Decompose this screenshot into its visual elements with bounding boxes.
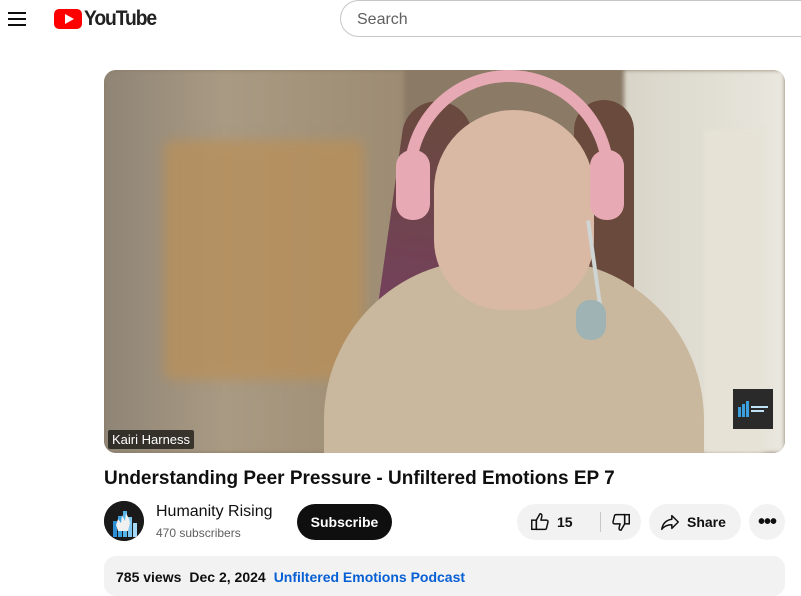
like-dislike-group: 15 xyxy=(517,504,641,540)
search-input[interactable] xyxy=(355,9,759,31)
channel-logo-icon xyxy=(104,501,144,541)
speaker-name-overlay: Kairi Harness xyxy=(108,430,195,449)
description-meta: 785 views Dec 2, 2024 Unfiltered Emotions … xyxy=(116,569,465,585)
like-button[interactable]: 15 xyxy=(517,504,597,540)
subscriber-count: 470 subscribers xyxy=(156,526,241,540)
like-count: 15 xyxy=(557,514,573,530)
video-title: Understanding Peer Pressure - Unfiltered… xyxy=(104,468,615,489)
headset xyxy=(590,150,624,220)
youtube-logo-icon xyxy=(54,9,82,29)
video-background xyxy=(164,140,364,380)
share-label: Share xyxy=(687,514,726,530)
youtube-logo[interactable]: YouTube xyxy=(54,6,162,32)
subscribe-button[interactable]: Subscribe xyxy=(297,504,392,540)
channel-avatar[interactable] xyxy=(104,501,144,541)
channel-watermark[interactable] xyxy=(733,389,773,429)
thumbs-down-icon xyxy=(612,513,630,531)
description-box[interactable]: 785 views Dec 2, 2024 Unfiltered Emotions … xyxy=(104,556,785,596)
dislike-button[interactable] xyxy=(601,504,641,540)
video-player[interactable]: Kairi Harness xyxy=(104,70,785,453)
share-icon xyxy=(661,514,679,531)
headset xyxy=(396,150,430,220)
view-count: 785 views xyxy=(116,569,182,585)
share-button[interactable]: Share xyxy=(649,504,741,540)
headset xyxy=(404,70,614,210)
logo-text: YouTube xyxy=(84,7,157,30)
menu-icon[interactable] xyxy=(8,8,30,30)
menu-line xyxy=(8,18,26,20)
headset-mic xyxy=(576,300,606,340)
more-icon[interactable]: ••• xyxy=(749,504,785,540)
top-bar: YouTube xyxy=(0,0,801,38)
channel-name[interactable]: Humanity Rising xyxy=(156,503,272,521)
playlist-link[interactable]: Unfiltered Emotions Podcast xyxy=(274,569,465,585)
menu-line xyxy=(8,24,26,26)
watermark-logo-icon xyxy=(738,401,768,417)
search-box xyxy=(340,0,801,37)
upload-date: Dec 2, 2024 xyxy=(189,569,266,585)
thumbs-up-icon xyxy=(531,513,549,531)
menu-line xyxy=(8,12,26,14)
